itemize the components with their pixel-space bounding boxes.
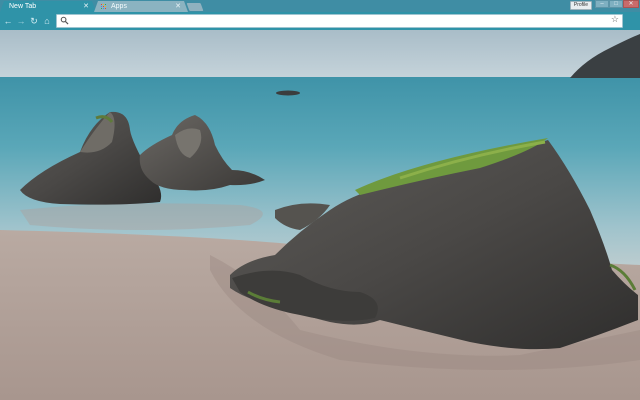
address-input[interactable] [71, 15, 601, 27]
close-icon[interactable]: ✕ [623, 0, 639, 8]
browser-chrome: New Tab ✕ Apps ✕ Profile – □ ✕ ← → ↻ ⌂ ☆ [0, 0, 640, 30]
tab-close-icon[interactable]: ✕ [83, 1, 89, 12]
tab-close-icon[interactable]: ✕ [175, 1, 181, 12]
back-arrow-icon[interactable]: ← [2, 15, 14, 27]
tab-new-tab[interactable]: New Tab ✕ [0, 1, 96, 12]
apps-dot [105, 8, 107, 10]
tab-apps[interactable]: Apps ✕ [94, 1, 188, 12]
profile-button[interactable]: Profile [570, 1, 592, 10]
home-icon[interactable]: ⌂ [41, 15, 53, 27]
sky [0, 30, 640, 78]
maximize-icon[interactable]: □ [609, 0, 623, 8]
search-icon [60, 16, 69, 25]
wet-sand [20, 203, 263, 230]
distant-rock [276, 90, 300, 96]
tab-strip: New Tab ✕ Apps ✕ Profile – □ ✕ [0, 0, 640, 12]
reload-icon[interactable]: ↻ [28, 15, 40, 27]
bookmark-star-icon[interactable]: ☆ [611, 14, 619, 25]
theme-background-image [0, 30, 640, 400]
forward-arrow-icon[interactable]: → [15, 15, 27, 27]
minimize-icon[interactable]: – [595, 0, 609, 8]
toolbar: ← → ↻ ⌂ ☆ [0, 12, 640, 30]
apps-grid-icon [101, 4, 107, 10]
new-tab-button[interactable] [186, 3, 204, 11]
address-bar[interactable]: ☆ [56, 14, 623, 28]
tab-title: New Tab [9, 3, 37, 10]
tab-title: Apps [111, 3, 127, 10]
